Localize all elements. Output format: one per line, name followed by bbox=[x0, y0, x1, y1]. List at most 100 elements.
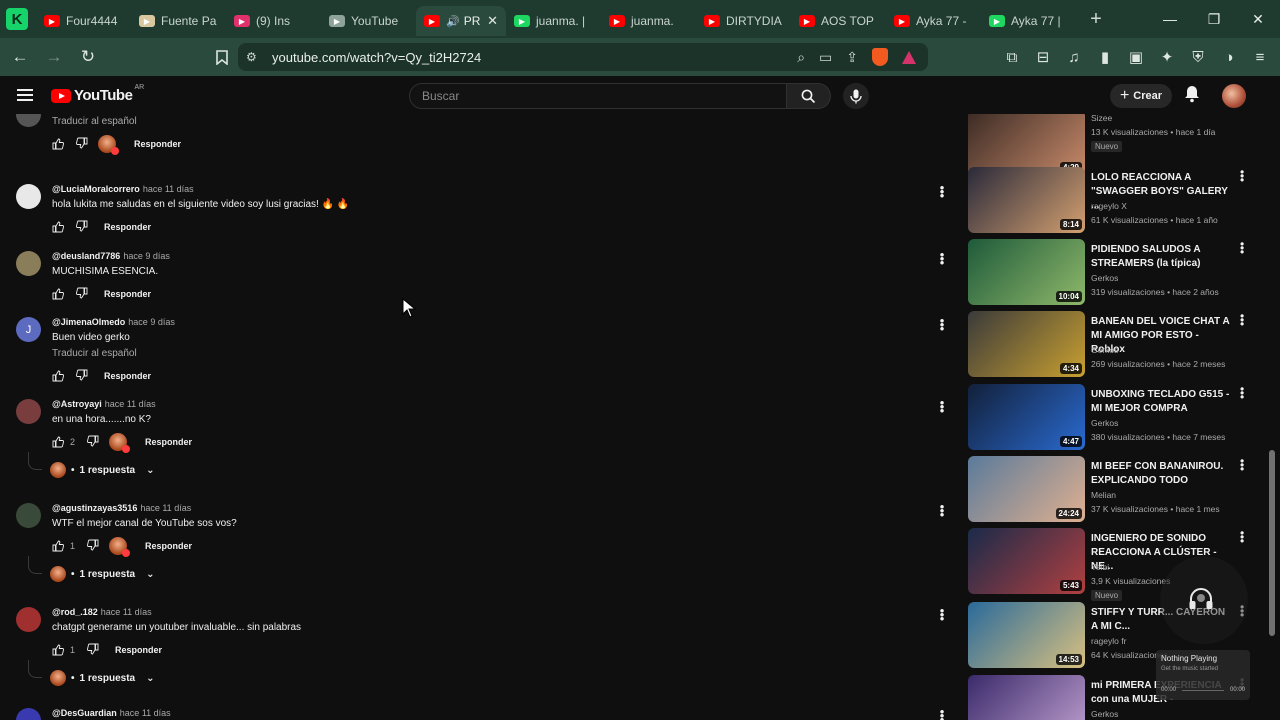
kebab-icon[interactable]: ••• bbox=[1240, 455, 1244, 475]
browser-tab[interactable]: ▶ DIRTYDIA bbox=[696, 6, 791, 36]
zoom-icon[interactable]: ⌕ bbox=[797, 49, 805, 66]
channel-name[interactable]: Melian bbox=[1091, 490, 1116, 500]
page-scrollbar[interactable] bbox=[1269, 450, 1275, 636]
kebab-icon[interactable]: ••• bbox=[939, 500, 945, 521]
browser-tab[interactable]: ▶ Ayka 77 | bbox=[981, 6, 1076, 36]
video-thumbnail[interactable]: 14:53 bbox=[968, 602, 1085, 668]
like-icon[interactable] bbox=[52, 370, 64, 382]
vpn-icon[interactable]: ⛨ bbox=[1188, 49, 1208, 66]
like-icon[interactable] bbox=[52, 288, 64, 300]
recommended-video[interactable]: 4:34 BANEAN DEL VOICE CHAT A MI AMIGO POR… bbox=[968, 310, 1258, 379]
brave-shield-icon[interactable] bbox=[872, 48, 888, 66]
progress-bar[interactable] bbox=[1182, 690, 1224, 691]
like-icon[interactable] bbox=[52, 644, 64, 656]
kebab-icon[interactable]: ••• bbox=[939, 248, 945, 269]
address-bar[interactable]: ⚙ youtube.com/watch?v=Qy_ti2H2724 ⌕ ▭ ⇪ bbox=[238, 43, 928, 71]
kebab-icon[interactable]: ••• bbox=[939, 705, 945, 720]
video-title[interactable]: UNBOXING TECLADO G515 - MI MEJOR COMPRA bbox=[1091, 388, 1231, 416]
view-replies-button[interactable]: • 1 respuesta ⌄ bbox=[50, 566, 155, 582]
like-icon[interactable] bbox=[52, 221, 64, 233]
like-icon[interactable] bbox=[52, 540, 64, 552]
now-playing-card[interactable]: Nothing Playing Get the music started 00… bbox=[1156, 650, 1250, 700]
like-icon[interactable] bbox=[52, 138, 64, 150]
dislike-icon[interactable] bbox=[87, 539, 99, 551]
restore-icon[interactable]: ❐ bbox=[1192, 0, 1236, 38]
leo-icon[interactable]: ✦ bbox=[1157, 48, 1177, 66]
video-title[interactable]: PIDIENDO SALUDOS A STREAMERS (la típica) bbox=[1091, 243, 1231, 271]
comment-author[interactable]: @DesGuardian hace 11 días bbox=[52, 708, 171, 718]
channel-name[interactable]: Gerkos bbox=[1091, 345, 1118, 355]
channel-name[interactable]: Gerkos bbox=[1091, 418, 1118, 428]
browser-tab[interactable]: ▶ (9) Ins bbox=[226, 6, 321, 36]
browser-tab[interactable]: ▶ YouTube bbox=[321, 6, 416, 36]
wallet-icon[interactable]: ▣ bbox=[1126, 48, 1146, 66]
comment-author[interactable]: @deusland7786 hace 9 días bbox=[52, 251, 170, 261]
kebab-icon[interactable]: ••• bbox=[1240, 166, 1244, 186]
dislike-icon[interactable] bbox=[87, 435, 99, 447]
search-input[interactable]: Buscar bbox=[409, 83, 787, 109]
kebab-icon[interactable]: ••• bbox=[1240, 383, 1244, 403]
kebab-icon[interactable]: ••• bbox=[1240, 238, 1244, 258]
kebab-icon[interactable]: ••• bbox=[939, 314, 945, 335]
bookmark-icon[interactable] bbox=[208, 43, 236, 71]
brave-rewards-icon[interactable] bbox=[902, 50, 916, 64]
recommended-video[interactable]: 4:47 UNBOXING TECLADO G515 - MI MEJOR COM… bbox=[968, 383, 1258, 452]
reply-button[interactable]: Responder bbox=[104, 222, 151, 232]
close-window-icon[interactable]: ✕ bbox=[1236, 0, 1280, 38]
commenter-avatar[interactable] bbox=[16, 607, 41, 632]
tab-search-icon[interactable]: ⊟ bbox=[1033, 48, 1053, 66]
commenter-avatar[interactable] bbox=[16, 114, 41, 127]
reply-button[interactable]: Responder bbox=[145, 541, 192, 551]
recommended-video[interactable]: 24:24 MI BEEF CON BANANIROU. EXPLICANDO T… bbox=[968, 455, 1258, 524]
channel-name[interactable]: rageylo fr bbox=[1091, 636, 1126, 646]
commenter-avatar[interactable] bbox=[16, 708, 41, 720]
comment-author[interactable]: @JimenaOlmedo hace 9 días bbox=[52, 317, 175, 327]
sidebar-icon[interactable]: ▮ bbox=[1095, 48, 1115, 66]
like-icon[interactable] bbox=[52, 436, 64, 448]
commenter-avatar[interactable]: J bbox=[16, 317, 41, 342]
minimize-icon[interactable]: — bbox=[1148, 0, 1192, 38]
commenter-avatar[interactable] bbox=[16, 251, 41, 276]
back-arrow-icon[interactable]: ← bbox=[6, 43, 34, 71]
view-replies-button[interactable]: • 1 respuesta ⌄ bbox=[50, 462, 155, 478]
site-settings-icon[interactable]: ⚙ bbox=[246, 50, 268, 64]
kebab-icon[interactable]: ••• bbox=[1240, 527, 1244, 547]
channel-name[interactable]: Gerkos bbox=[1091, 709, 1118, 719]
channel-name[interactable]: rageylo X bbox=[1091, 201, 1127, 211]
new-tab-button[interactable]: + bbox=[1082, 5, 1110, 33]
channel-name[interactable]: Yeibi bbox=[1091, 562, 1109, 572]
browser-tab[interactable]: ▶ 🔊 PR ✕ bbox=[416, 6, 506, 36]
view-replies-button[interactable]: • 1 respuesta ⌄ bbox=[50, 670, 155, 686]
browser-tab[interactable]: ▶ AOS TOP bbox=[791, 6, 886, 36]
comment-author[interactable]: @agustinzayas3516 hace 11 días bbox=[52, 503, 191, 513]
close-tab-icon[interactable]: ✕ bbox=[487, 13, 498, 29]
comment-author[interactable]: @LuciaMoralcorrero hace 11 días bbox=[52, 184, 194, 194]
browser-tab[interactable]: ▶ Fuente Pa bbox=[131, 6, 226, 36]
commenter-avatar[interactable] bbox=[16, 184, 41, 209]
notifications-button[interactable] bbox=[1184, 85, 1202, 105]
share-icon[interactable]: ⇪ bbox=[846, 49, 858, 66]
youtube-logo[interactable]: YouTube AR bbox=[51, 84, 144, 104]
commenter-avatar[interactable] bbox=[16, 503, 41, 528]
extensions-icon[interactable]: ⧉ bbox=[1002, 49, 1022, 66]
reply-button[interactable]: Responder bbox=[104, 371, 151, 381]
channel-name[interactable]: Gerkos bbox=[1091, 273, 1118, 283]
hamburger-menu-icon[interactable] bbox=[17, 89, 33, 101]
commenter-avatar[interactable] bbox=[16, 399, 41, 424]
comment-author[interactable]: @rod_.182 hace 11 días bbox=[52, 607, 152, 617]
kebab-icon[interactable]: ••• bbox=[939, 396, 945, 417]
kebab-icon[interactable]: ••• bbox=[939, 604, 945, 625]
video-thumbnail[interactable]: 10:04 bbox=[968, 239, 1085, 305]
cast-icon[interactable]: ▭ bbox=[819, 49, 832, 66]
channel-name[interactable]: Sizee bbox=[1091, 114, 1112, 123]
kick-app-icon[interactable]: K bbox=[6, 8, 28, 30]
video-thumbnail[interactable]: 4:47 bbox=[968, 384, 1085, 450]
forward-arrow-icon[interactable]: → bbox=[40, 43, 68, 71]
video-thumbnail[interactable]: 4:34 bbox=[968, 311, 1085, 377]
voice-search-button[interactable] bbox=[843, 83, 869, 109]
menu-icon[interactable]: ≡ bbox=[1250, 49, 1270, 66]
video-thumbnail[interactable]: 5:43 bbox=[968, 528, 1085, 594]
profile-icon[interactable]: ◑ bbox=[1219, 49, 1239, 66]
video-thumbnail[interactable]: 8:14 bbox=[968, 167, 1085, 233]
dislike-icon[interactable] bbox=[76, 137, 88, 149]
